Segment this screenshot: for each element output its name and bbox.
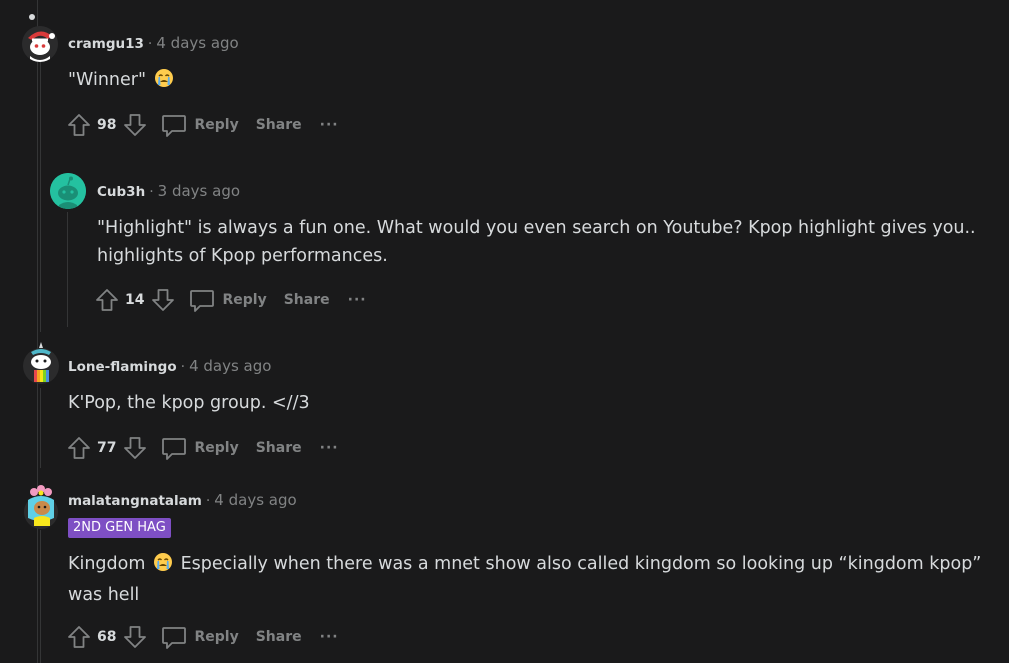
upvote-icon[interactable] xyxy=(66,112,92,138)
comment-bubble-icon xyxy=(160,111,188,139)
thread-line-cramgu13[interactable] xyxy=(40,62,41,332)
comment-actions: 14 Reply Share ··· xyxy=(94,286,367,314)
comment-text: K'Pop, the kpop group. <//3 xyxy=(68,393,310,413)
avatar[interactable] xyxy=(22,340,60,386)
timestamp[interactable]: 4 days ago xyxy=(189,357,271,375)
share-button[interactable]: Share xyxy=(256,629,302,645)
comment-actions: 77 Reply Share ··· xyxy=(66,434,339,462)
comment-bubble-icon xyxy=(160,623,188,651)
separator: · xyxy=(147,36,153,52)
snoo-flower-avatar-icon xyxy=(24,485,58,529)
thread-line-malatang[interactable] xyxy=(40,530,41,663)
comment-header: Lone-flamingo · 4 days ago xyxy=(68,356,271,377)
crying-emoji-icon xyxy=(154,68,174,97)
comment-body: Kingdom Especially when there was a mnet… xyxy=(68,550,998,609)
comment-actions: 98 Reply Share ··· xyxy=(66,111,339,139)
share-button[interactable]: Share xyxy=(256,117,302,133)
share-button[interactable]: Share xyxy=(284,292,330,308)
thread-line-cub3h[interactable] xyxy=(67,212,68,327)
author-name[interactable]: Lone-flamingo xyxy=(68,359,177,375)
separator: · xyxy=(205,493,211,509)
snoo-default-avatar-icon xyxy=(50,173,86,209)
vote-count: 68 xyxy=(97,629,117,645)
avatar[interactable] xyxy=(50,173,86,209)
thread-line-root[interactable] xyxy=(37,0,38,663)
more-options-button[interactable]: ··· xyxy=(320,117,339,133)
comment-actions: 68 Reply Share ··· xyxy=(66,623,339,651)
more-options-button[interactable]: ··· xyxy=(320,629,339,645)
reply-label: Reply xyxy=(222,292,267,308)
thread-line-lone-flamingo[interactable] xyxy=(40,388,41,468)
share-button[interactable]: Share xyxy=(256,440,302,456)
downvote-icon[interactable] xyxy=(122,624,148,650)
collapse-dot[interactable] xyxy=(29,14,35,20)
comment-text: "Winner" xyxy=(68,70,147,90)
reply-button[interactable]: Reply xyxy=(188,286,267,314)
comment-body: "Highlight" is always a fun one. What wo… xyxy=(97,214,997,270)
avatar[interactable] xyxy=(22,26,58,62)
comment-body: K'Pop, the kpop group. <//3 xyxy=(68,389,968,417)
comment-header: cramgu13 · 4 days ago xyxy=(68,33,239,54)
crying-emoji-icon xyxy=(153,552,173,581)
comment-thread: cramgu13 · 4 days ago "Winner" 98 Reply … xyxy=(0,0,1009,663)
downvote-icon[interactable] xyxy=(122,435,148,461)
author-name[interactable]: malatangnatalam xyxy=(68,493,202,509)
more-options-button[interactable]: ··· xyxy=(348,292,367,308)
reply-label: Reply xyxy=(194,440,239,456)
reply-label: Reply xyxy=(194,629,239,645)
reply-button[interactable]: Reply xyxy=(160,111,239,139)
snoo-rainbow-avatar-icon xyxy=(23,342,59,384)
vote-count: 14 xyxy=(125,292,145,308)
more-options-button[interactable]: ··· xyxy=(320,440,339,456)
upvote-icon[interactable] xyxy=(94,287,120,313)
timestamp[interactable]: 4 days ago xyxy=(214,491,296,509)
comment-text: Kingdom xyxy=(68,554,146,574)
timestamp[interactable]: 4 days ago xyxy=(156,34,238,52)
vote-count: 77 xyxy=(97,440,117,456)
comment-header: malatangnatalam · 4 days ago xyxy=(68,490,297,511)
avatar[interactable] xyxy=(22,484,60,530)
comment-bubble-icon xyxy=(160,434,188,462)
reply-label: Reply xyxy=(194,117,239,133)
upvote-icon[interactable] xyxy=(66,624,92,650)
downvote-icon[interactable] xyxy=(150,287,176,313)
downvote-icon[interactable] xyxy=(122,112,148,138)
comment-bubble-icon xyxy=(188,286,216,314)
timestamp[interactable]: 3 days ago xyxy=(158,182,240,200)
separator: · xyxy=(180,359,186,375)
snoo-santa-avatar-icon xyxy=(22,26,58,62)
upvote-icon[interactable] xyxy=(66,435,92,461)
separator: · xyxy=(149,184,154,200)
comment-text: Especially when there was a mnet show al… xyxy=(68,554,982,605)
reply-button[interactable]: Reply xyxy=(160,434,239,462)
comment-text: "Highlight" is always a fun one. What wo… xyxy=(97,218,976,266)
comment-body: "Winner" xyxy=(68,66,968,97)
vote-count: 98 xyxy=(97,117,117,133)
reply-button[interactable]: Reply xyxy=(160,623,239,651)
user-flair-badge: 2ND GEN HAG xyxy=(68,518,171,538)
comment-header: Cub3h · 3 days ago xyxy=(97,181,240,202)
author-name[interactable]: cramgu13 xyxy=(68,36,144,52)
author-name[interactable]: Cub3h xyxy=(97,184,145,200)
